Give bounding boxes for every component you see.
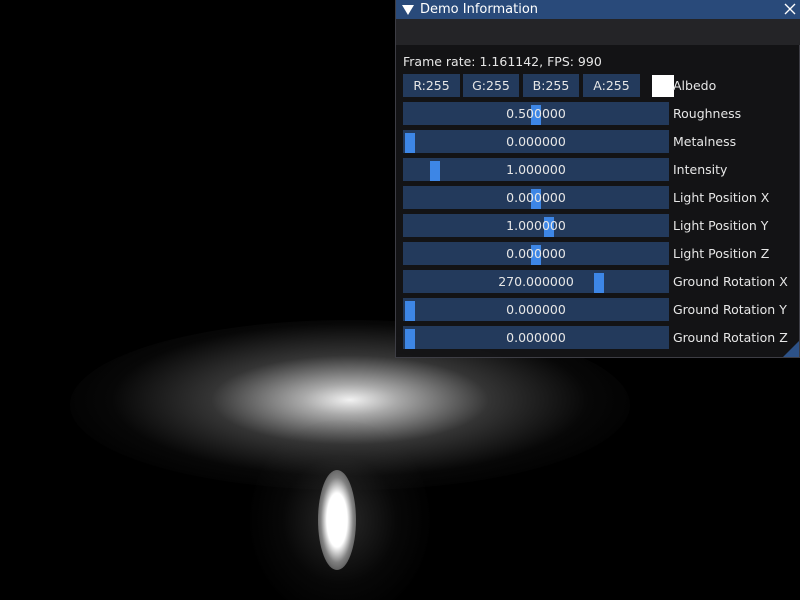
point-light-sphere bbox=[318, 470, 356, 570]
intensity-row: 1.000000 Intensity bbox=[403, 158, 793, 181]
window-titlebar[interactable]: Demo Information bbox=[396, 0, 800, 19]
light-position-y-row: 1.000000 Light Position Y bbox=[403, 214, 793, 237]
albedo-label: Albedo bbox=[673, 78, 717, 93]
slider-value: 0.000000 bbox=[506, 134, 566, 149]
roughness-slider[interactable]: 0.500000 bbox=[403, 102, 669, 125]
light-position-x-slider[interactable]: 0.000000 bbox=[403, 186, 669, 209]
resize-grip[interactable] bbox=[783, 341, 799, 357]
metalness-slider[interactable]: 0.000000 bbox=[403, 130, 669, 153]
slider-label: Light Position Y bbox=[673, 218, 769, 233]
window-title: Demo Information bbox=[420, 2, 539, 17]
albedo-color-swatch[interactable] bbox=[652, 75, 674, 97]
light-position-z-slider[interactable]: 0.000000 bbox=[403, 242, 669, 265]
albedo-row: R:255 G:255 B:255 A:255 Albedo bbox=[403, 74, 793, 97]
frame-rate-text: Frame rate: 1.161142, FPS: 990 bbox=[403, 54, 602, 69]
demo-information-window[interactable]: Demo Information Frame rate: 1.161142, F… bbox=[395, 0, 800, 358]
menu-bar bbox=[396, 19, 800, 45]
slider-label: Ground Rotation Y bbox=[673, 302, 787, 317]
metalness-row: 0.000000 Metalness bbox=[403, 130, 793, 153]
ground-rotation-z-slider[interactable]: 0.000000 bbox=[403, 326, 669, 349]
ground-rotation-y-slider[interactable]: 0.000000 bbox=[403, 298, 669, 321]
slider-label: Light Position X bbox=[673, 190, 770, 205]
slider-label: Metalness bbox=[673, 134, 737, 149]
slider-value: 270.000000 bbox=[498, 274, 574, 289]
light-position-x-row: 0.000000 Light Position X bbox=[403, 186, 793, 209]
close-icon[interactable] bbox=[782, 0, 798, 19]
slider-value: 0.500000 bbox=[506, 106, 566, 121]
slider-value: 0.000000 bbox=[506, 246, 566, 261]
intensity-slider[interactable]: 1.000000 bbox=[403, 158, 669, 181]
slider-value: 1.000000 bbox=[506, 218, 566, 233]
roughness-row: 0.500000 Roughness bbox=[403, 102, 793, 125]
albedo-b-field[interactable]: B:255 bbox=[523, 74, 579, 97]
slider-value: 0.000000 bbox=[506, 302, 566, 317]
slider-label: Light Position Z bbox=[673, 246, 770, 261]
slider-label: Ground Rotation Z bbox=[673, 330, 788, 345]
ground-rotation-y-row: 0.000000 Ground Rotation Y bbox=[403, 298, 793, 321]
slider-label: Roughness bbox=[673, 106, 742, 121]
albedo-a-field[interactable]: A:255 bbox=[583, 74, 640, 97]
slider-label: Intensity bbox=[673, 162, 728, 177]
ground-rotation-z-row: 0.000000 Ground Rotation Z bbox=[403, 326, 793, 349]
slider-value: 1.000000 bbox=[506, 162, 566, 177]
light-position-z-row: 0.000000 Light Position Z bbox=[403, 242, 793, 265]
slider-value: 0.000000 bbox=[506, 330, 566, 345]
collapse-arrow-icon[interactable] bbox=[402, 5, 414, 15]
albedo-r-field[interactable]: R:255 bbox=[403, 74, 460, 97]
slider-value: 0.000000 bbox=[506, 190, 566, 205]
ground-rotation-x-slider[interactable]: 270.000000 bbox=[403, 270, 669, 293]
albedo-g-field[interactable]: G:255 bbox=[463, 74, 519, 97]
light-position-y-slider[interactable]: 1.000000 bbox=[403, 214, 669, 237]
ground-rotation-x-row: 270.000000 Ground Rotation X bbox=[403, 270, 793, 293]
slider-label: Ground Rotation X bbox=[673, 274, 788, 289]
